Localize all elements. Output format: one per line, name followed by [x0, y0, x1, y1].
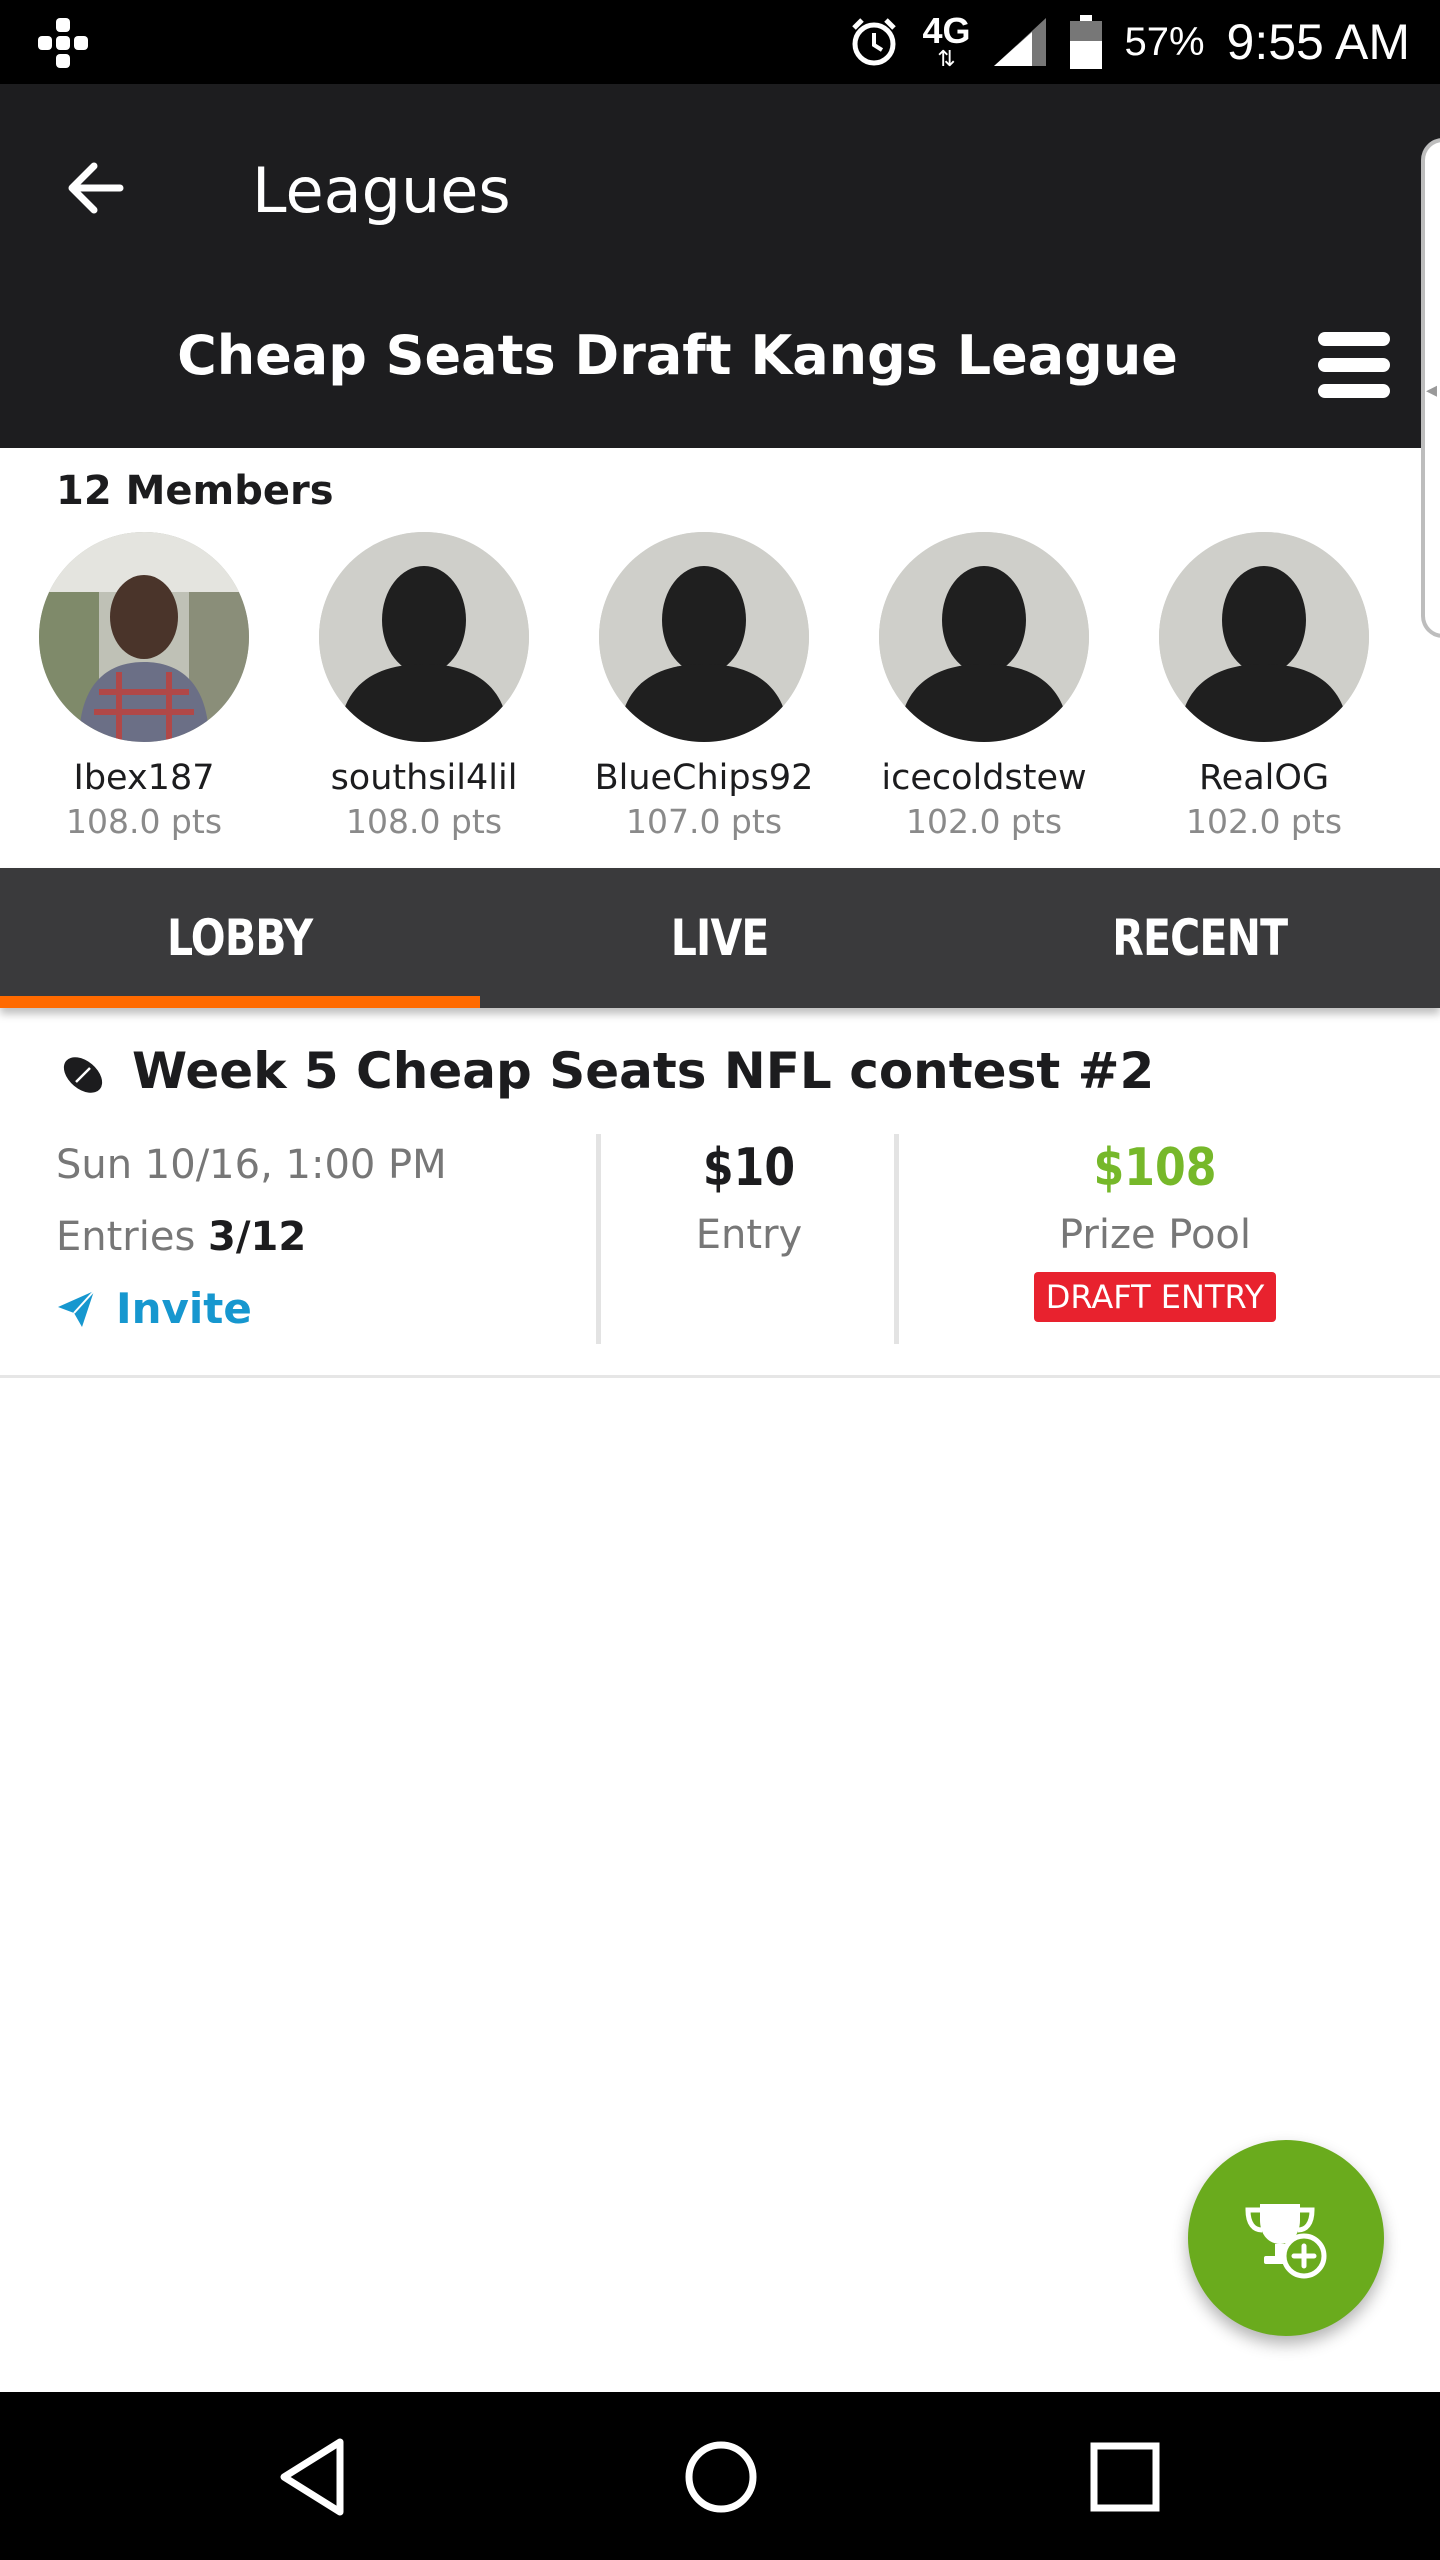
- network-arrows-icon: ⇅: [937, 47, 956, 72]
- contest-card[interactable]: Week 5 Cheap Seats NFL contest #2 Sun 10…: [0, 1008, 1440, 1378]
- battery-icon: [1070, 15, 1103, 69]
- nav-back-icon[interactable]: [270, 2432, 360, 2522]
- tab-label: LIVE: [671, 909, 770, 967]
- entry-fee-value: $10: [702, 1138, 796, 1198]
- prize-pool-label: Prize Pool: [1058, 1212, 1252, 1258]
- tab-label: LOBBY: [167, 909, 313, 967]
- member-item[interactable]: RealOG 102.0 pts: [1144, 532, 1384, 841]
- member-name: Ibex187: [73, 758, 215, 798]
- entry-fee-label: Entry: [695, 1212, 803, 1258]
- member-name: icecoldstew: [881, 758, 1087, 798]
- member-points: 102.0 pts: [1185, 802, 1343, 841]
- default-avatar-icon: [1159, 532, 1369, 742]
- nav-home-icon[interactable]: [676, 2432, 766, 2522]
- create-contest-button[interactable]: [1188, 2140, 1384, 2336]
- member-points: 108.0 pts: [65, 802, 223, 841]
- nav-recents-icon[interactable]: [1080, 2432, 1170, 2522]
- football-icon: [63, 1057, 103, 1093]
- app-bar: Leagues Cheap Seats Draft Kangs League: [0, 84, 1440, 448]
- trophy-add-icon: [1245, 2204, 1327, 2279]
- status-bar: 4G ⇅ 57% 9:55 AM: [0, 0, 1440, 84]
- avatar: [1159, 532, 1369, 742]
- back-arrow-icon[interactable]: [56, 148, 136, 228]
- prize-pool-value: $108: [1093, 1138, 1217, 1198]
- system-nav-bar: [0, 2392, 1440, 2560]
- page-title: Leagues: [252, 154, 511, 227]
- default-avatar-icon: [319, 532, 529, 742]
- members-count: 12 Members: [56, 468, 334, 514]
- member-name: southsil4lil: [330, 758, 518, 798]
- members-section: 12 Members Ibex187 108.0 pts southsil4li…: [0, 448, 1420, 868]
- paper-plane-icon: [58, 1289, 95, 1327]
- contest-entries: Entries 3/12: [56, 1214, 306, 1260]
- divider: [596, 1134, 601, 1344]
- member-item[interactable]: Ibex187 108.0 pts: [24, 532, 264, 841]
- tab-recent[interactable]: RECENT: [960, 868, 1440, 1008]
- default-avatar-icon: [879, 532, 1089, 742]
- member-name: RealOG: [1198, 758, 1330, 798]
- member-name: BlueChips92: [594, 758, 814, 798]
- divider: [894, 1134, 899, 1344]
- entries-value: 3/12: [208, 1214, 307, 1260]
- network-type: 4G: [922, 10, 971, 51]
- member-photo-avatar: [39, 532, 249, 742]
- avatar: [599, 532, 809, 742]
- alarm-icon: [852, 18, 897, 66]
- signal-icon: [994, 18, 1047, 66]
- member-points: 102.0 pts: [905, 802, 1063, 841]
- tab-lobby[interactable]: LOBBY: [0, 868, 480, 1008]
- app-logo-icon: [38, 18, 88, 68]
- avatar: [319, 532, 529, 742]
- tab-live[interactable]: LIVE: [480, 868, 960, 1008]
- avatar: [879, 532, 1089, 742]
- tab-bar: LOBBY LIVE RECENT: [0, 868, 1440, 1008]
- default-avatar-icon: [599, 532, 809, 742]
- member-item[interactable]: southsil4lil 108.0 pts: [304, 532, 544, 841]
- draft-entry-badge[interactable]: DRAFT ENTRY: [1033, 1272, 1277, 1322]
- invite-button[interactable]: Invite: [56, 1284, 252, 1333]
- avatar: [39, 532, 249, 742]
- contest-title: Week 5 Cheap Seats NFL contest #2: [132, 1042, 1155, 1100]
- tab-label: RECENT: [1112, 909, 1288, 967]
- invite-label: Invite: [116, 1284, 252, 1333]
- entries-label: Entries: [56, 1214, 196, 1260]
- league-name: Cheap Seats Draft Kangs League: [177, 324, 1178, 387]
- member-points: 108.0 pts: [345, 802, 503, 841]
- member-points: 107.0 pts: [625, 802, 783, 841]
- prize-pool-box: $108 Prize Pool DRAFT ENTRY: [900, 1138, 1410, 1322]
- drawer-handle-arrow-icon: ◂: [1426, 378, 1438, 403]
- contest-date: Sun 10/16, 1:00 PM: [56, 1142, 447, 1188]
- battery-percent: 57%: [1124, 19, 1205, 64]
- member-item[interactable]: icecoldstew 102.0 pts: [864, 532, 1104, 841]
- entry-fee-box: $10 Entry: [604, 1138, 894, 1258]
- hamburger-menu-icon[interactable]: [1318, 330, 1390, 400]
- member-item[interactable]: BlueChips92 107.0 pts: [584, 532, 824, 841]
- clock: 9:55 AM: [1226, 14, 1410, 70]
